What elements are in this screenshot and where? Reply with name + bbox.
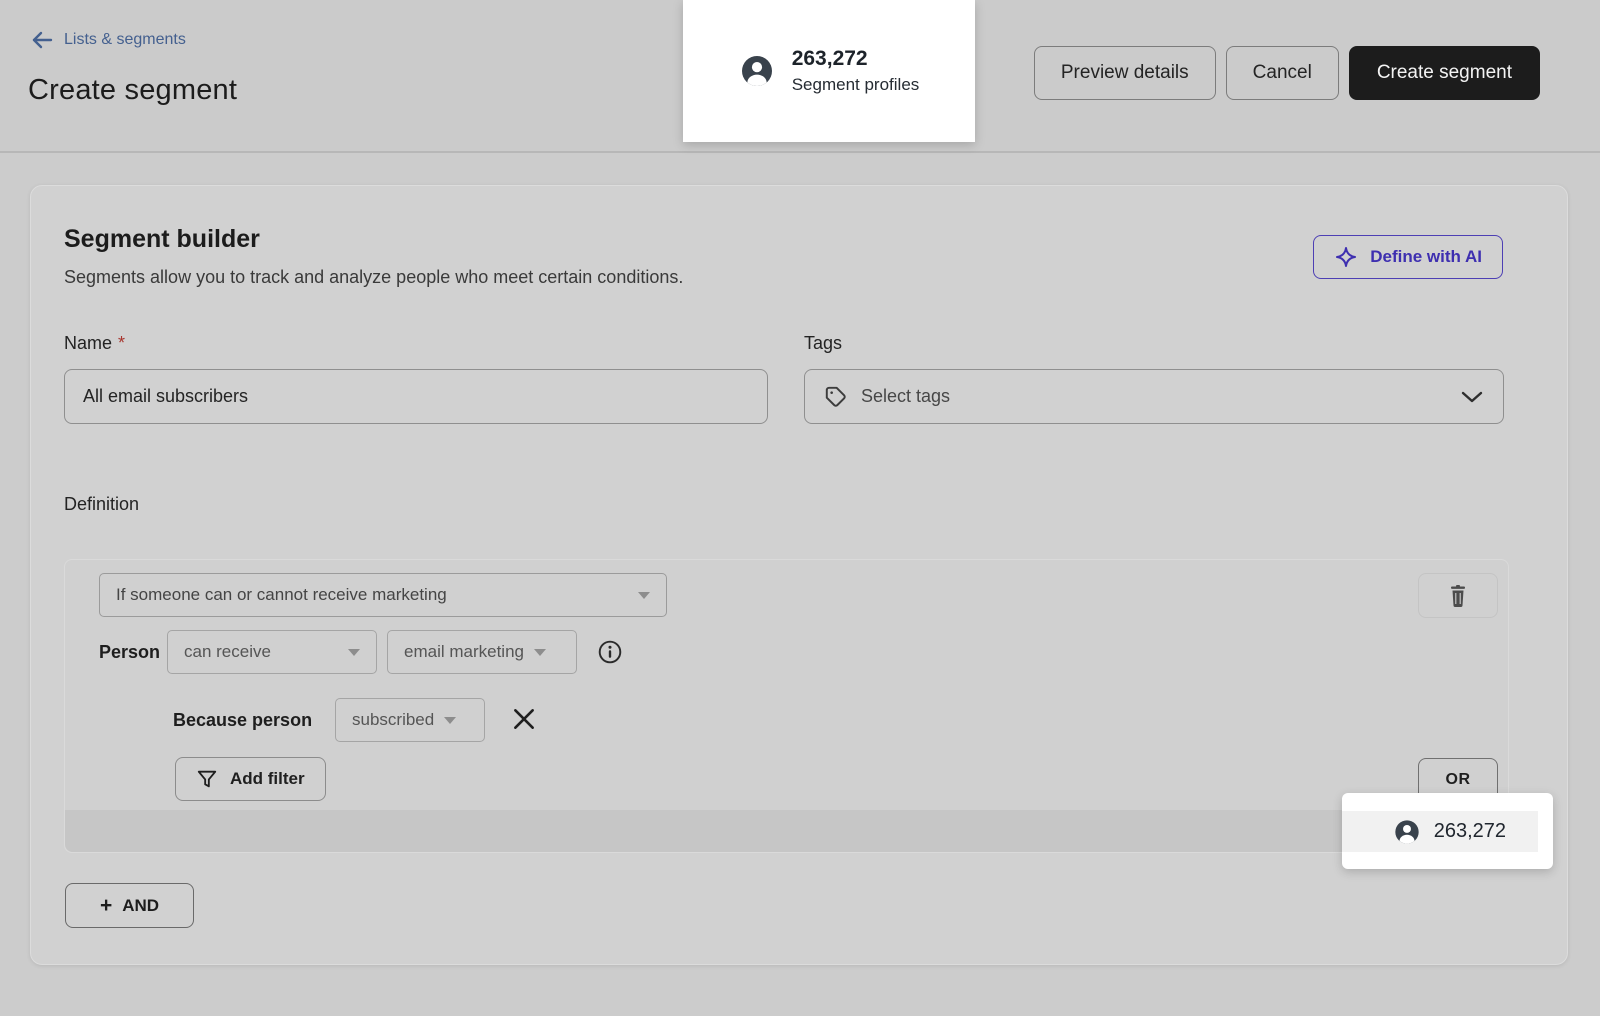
- tags-select[interactable]: Select tags: [804, 369, 1504, 424]
- required-asterisk: *: [118, 333, 125, 353]
- breadcrumb[interactable]: Lists & segments: [30, 30, 186, 50]
- builder-subtitle: Segments allow you to track and analyze …: [64, 267, 683, 288]
- page-title: Create segment: [28, 74, 237, 107]
- person-circle-icon: [1393, 818, 1421, 846]
- condition-footer-bar: [65, 810, 1508, 852]
- person-circle-icon: [739, 53, 775, 89]
- segment-profiles-counter: 263,272 Segment profiles: [683, 0, 975, 142]
- condition-type-select[interactable]: If someone can or cannot receive marketi…: [99, 573, 667, 617]
- add-filter-button[interactable]: Add filter: [175, 757, 326, 801]
- segment-builder-card: Segment builder Segments allow you to tr…: [30, 185, 1568, 965]
- delete-condition-button[interactable]: [1418, 573, 1498, 618]
- reason-select[interactable]: subscribed: [335, 698, 485, 742]
- preview-details-button[interactable]: Preview details: [1034, 46, 1216, 100]
- builder-title: Segment builder: [64, 225, 260, 254]
- condition-type-value: If someone can or cannot receive marketi…: [116, 585, 447, 605]
- arrow-left-icon: [30, 30, 54, 50]
- breadcrumb-label[interactable]: Lists & segments: [64, 31, 186, 49]
- segment-name-input[interactable]: [64, 369, 768, 424]
- cancel-button[interactable]: Cancel: [1226, 46, 1339, 100]
- because-person-label: Because person: [173, 710, 312, 731]
- channel-value: email marketing: [404, 642, 524, 662]
- profile-count-label: Segment profiles: [792, 75, 920, 95]
- caret-down-icon: [638, 592, 650, 599]
- info-icon[interactable]: [597, 639, 623, 665]
- plus-icon: +: [100, 894, 112, 918]
- consent-select[interactable]: can receive: [167, 630, 377, 674]
- person-label: Person: [99, 642, 160, 663]
- define-with-ai-label: Define with AI: [1370, 247, 1482, 267]
- profile-count: 263,272: [792, 47, 920, 71]
- filter-funnel-icon: [196, 768, 218, 790]
- definition-label: Definition: [64, 494, 139, 515]
- chevron-down-icon: [1459, 389, 1485, 405]
- close-icon[interactable]: [511, 706, 537, 732]
- ai-sparkle-icon: [1334, 245, 1358, 269]
- condition-profile-count: 263,272: [1434, 820, 1506, 843]
- caret-down-icon: [444, 717, 456, 724]
- caret-down-icon: [348, 649, 360, 656]
- name-label: Name*: [64, 333, 125, 354]
- caret-down-icon: [534, 649, 546, 656]
- tag-icon: [823, 384, 849, 410]
- condition-group: If someone can or cannot receive marketi…: [64, 559, 1509, 853]
- condition-count-spotlight: 263,272: [1342, 793, 1553, 869]
- header-actions: Preview details Cancel Create segment: [1034, 46, 1540, 100]
- counter-text: 263,272 Segment profiles: [792, 47, 920, 95]
- consent-value: can receive: [184, 642, 271, 662]
- condition-count-row: 263,272: [1342, 811, 1538, 852]
- tags-placeholder: Select tags: [861, 386, 950, 407]
- trash-icon: [1448, 585, 1468, 607]
- channel-select[interactable]: email marketing: [387, 630, 577, 674]
- reason-value: subscribed: [352, 710, 434, 730]
- define-with-ai-button[interactable]: Define with AI: [1313, 235, 1503, 279]
- add-filter-label: Add filter: [230, 769, 305, 789]
- and-label: AND: [122, 896, 159, 916]
- tags-label: Tags: [804, 333, 842, 354]
- create-segment-button[interactable]: Create segment: [1349, 46, 1540, 100]
- add-and-condition-button[interactable]: + AND: [65, 883, 194, 928]
